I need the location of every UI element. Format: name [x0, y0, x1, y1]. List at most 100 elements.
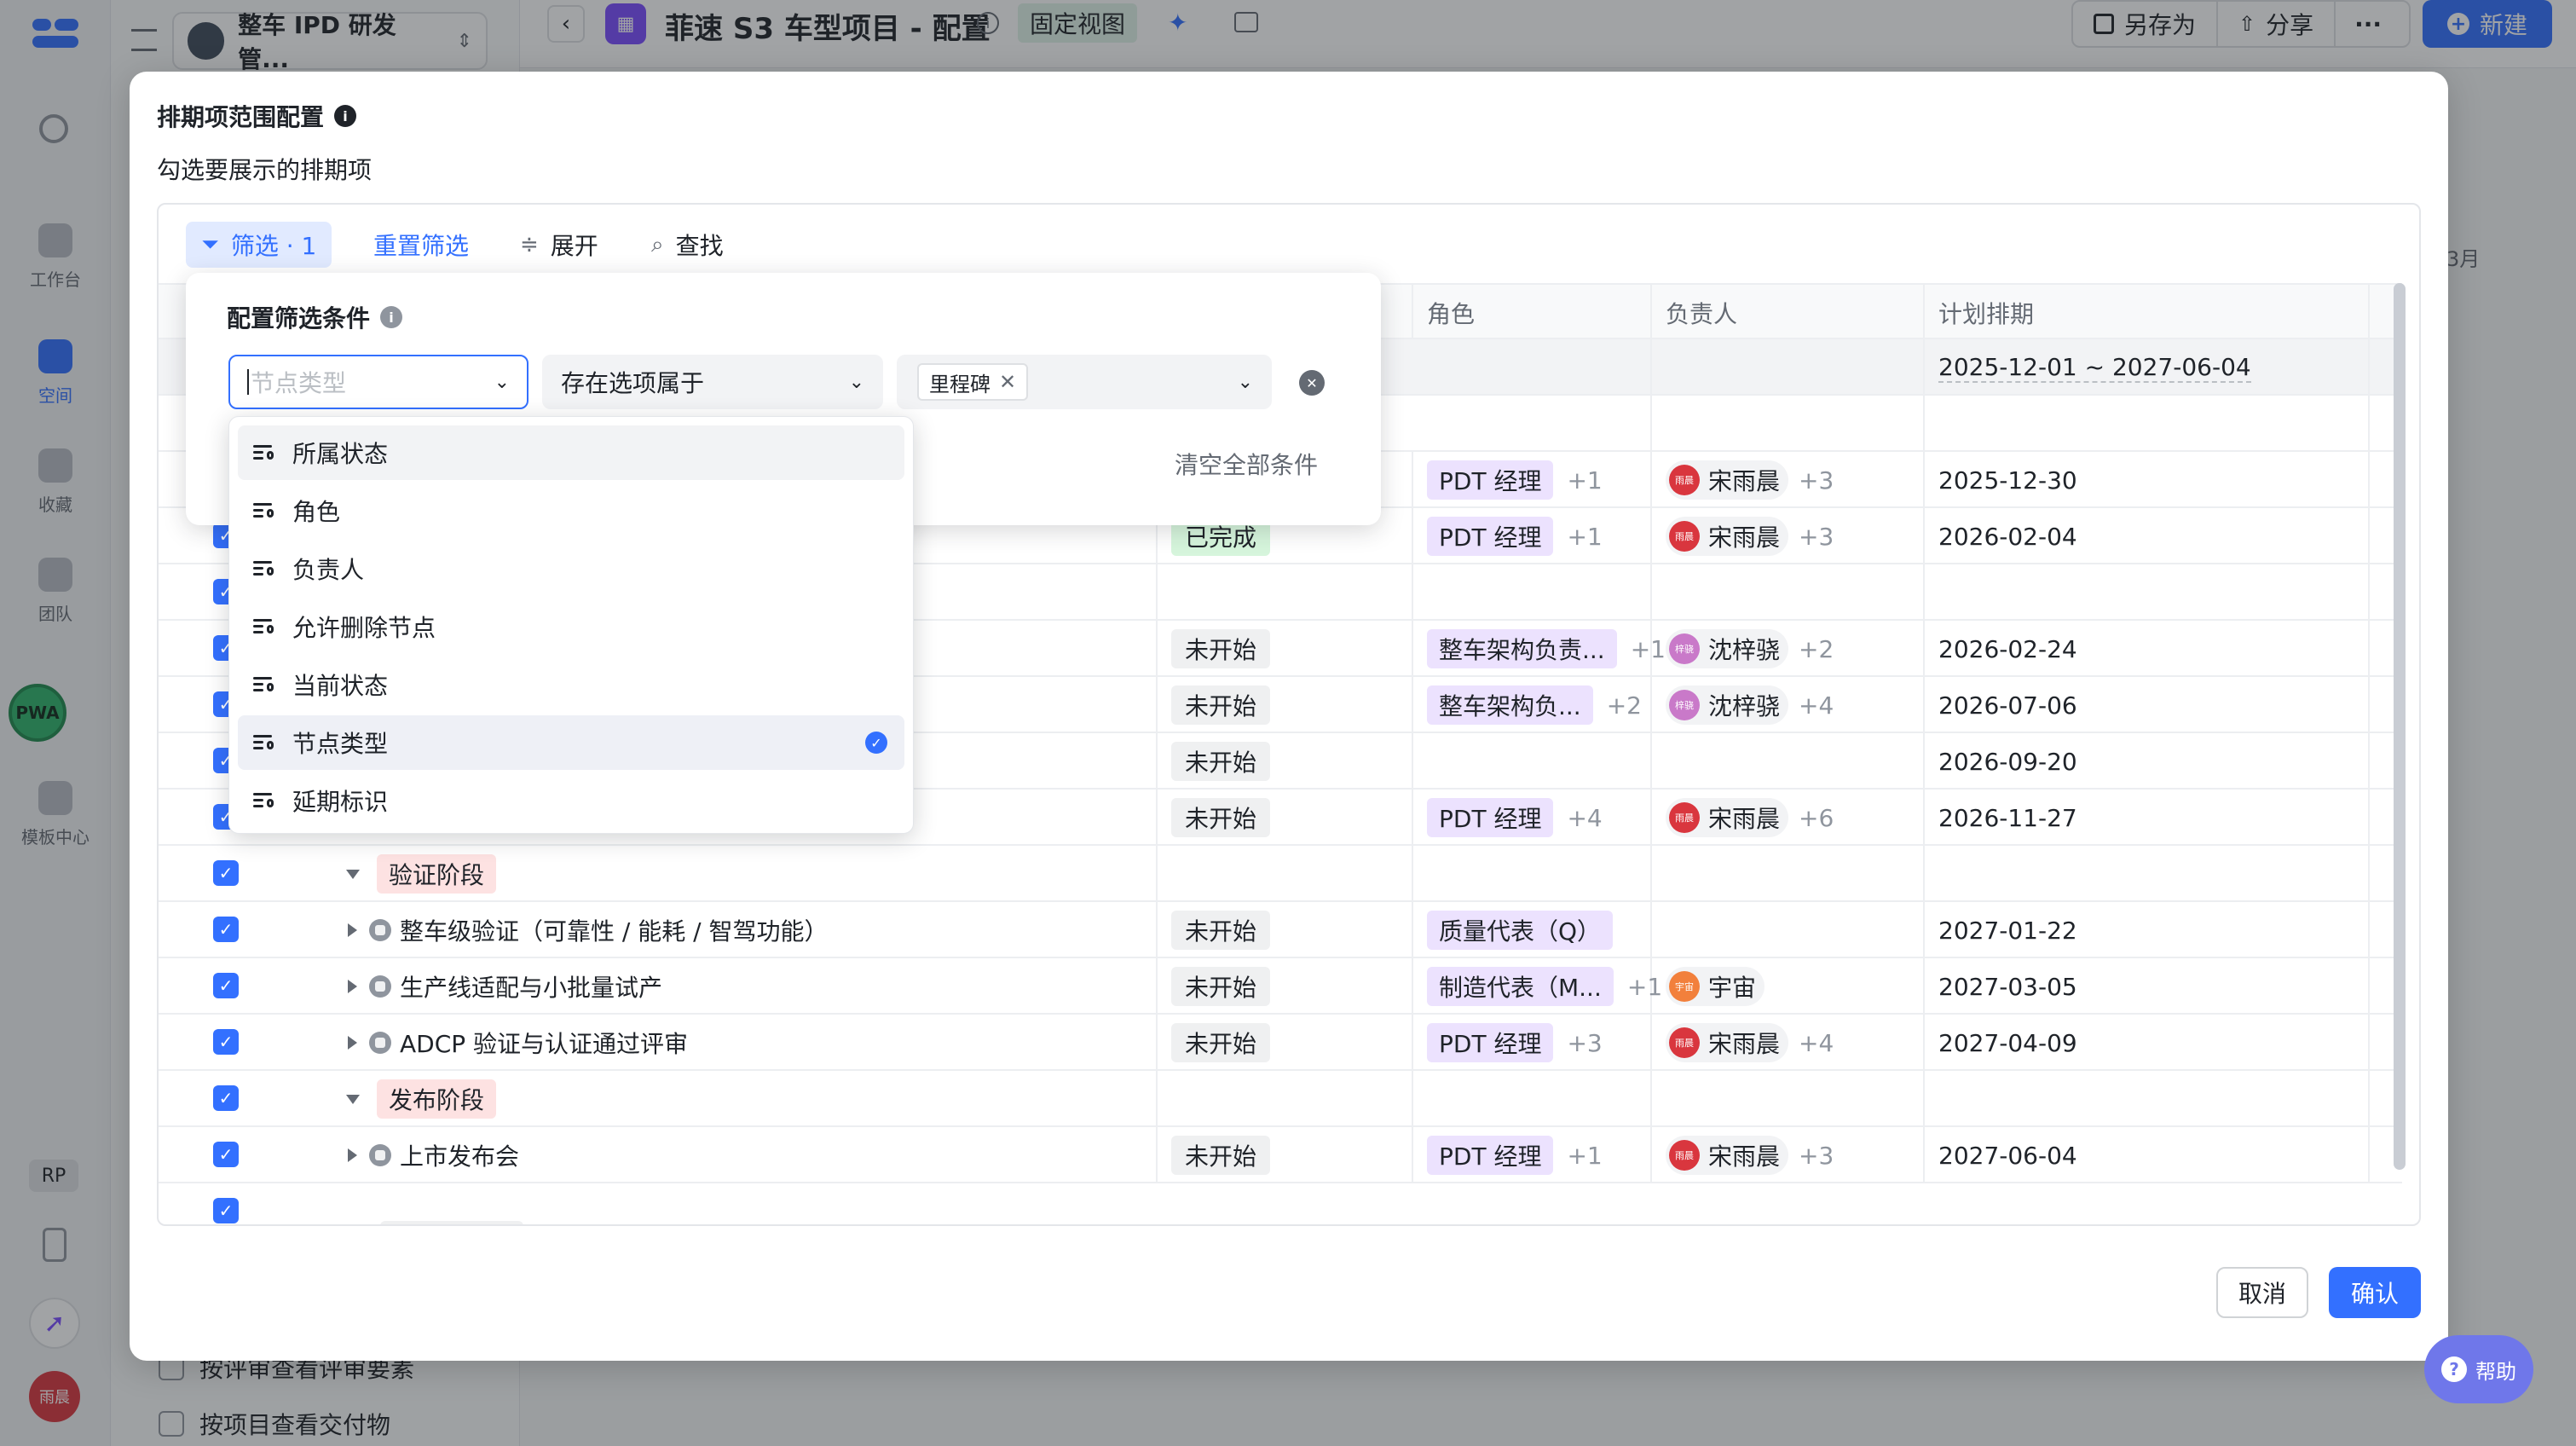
row-name: 下所属状态	[380, 1221, 524, 1224]
table-row[interactable]: ✓ 发布阶段	[159, 1071, 2402, 1127]
collapse-icon[interactable]	[346, 1094, 360, 1104]
owner-chip[interactable]: 梓骁 沈梓骁	[1666, 685, 1789, 725]
owner-more-count: +3	[1799, 466, 1834, 495]
owner-cell: 雨晨 宋雨晨 +3	[1652, 1127, 1925, 1183]
role-cell: 制造代表（M... +1	[1413, 958, 1662, 1015]
spacer-cell	[1925, 396, 2370, 452]
row-checkbox[interactable]: ✓	[213, 860, 239, 886]
find-button[interactable]: ⌕ 查找	[651, 222, 724, 268]
confirm-button[interactable]: 确认	[2329, 1267, 2421, 1318]
row-checkbox[interactable]: ✓	[213, 1142, 239, 1167]
schedule-cell	[1925, 564, 2370, 621]
row-checkbox[interactable]: ✓	[213, 917, 239, 942]
clear-all-conditions[interactable]: 清空全部条件	[1175, 447, 1318, 481]
row-name-cell: 整车级验证（可靠性 / 能耗 / 智驾功能）	[295, 902, 1158, 958]
schedule-date: 2027-01-22	[1938, 916, 2077, 945]
field-option[interactable]: 角色	[238, 483, 904, 538]
expand-row-icon[interactable]	[348, 1148, 357, 1162]
value-select[interactable]: 里程碑 ✕ ⌄	[897, 355, 1272, 409]
help-button[interactable]: ? 帮助	[2424, 1335, 2533, 1403]
role-cell: PDT 经理 +1	[1413, 508, 1652, 564]
table-row[interactable]: ✓ 验证阶段	[159, 846, 2402, 902]
status-badge: 未开始	[1171, 629, 1271, 668]
table-row[interactable]: ✓ ADCP 验证与认证通过评审 未开始 PDT 经理 +3 雨晨 宋雨晨 +4 2027-04…	[159, 1015, 2402, 1071]
filter-button[interactable]: ⏷ 筛选 · 1	[186, 222, 332, 268]
role-cell: 整车架构负责... +1	[1413, 621, 1666, 677]
row-checkbox[interactable]: ✓	[213, 1085, 239, 1111]
schedule-date: 2026-07-06	[1938, 691, 2077, 720]
field-option[interactable]: 延期标识	[238, 773, 904, 828]
field-select[interactable]: 节点类型 ⌄	[228, 355, 528, 409]
role-tag: PDT 经理	[1427, 1136, 1554, 1175]
owner-cell: 雨晨 宋雨晨 +3	[1652, 508, 1925, 564]
role-tag: 质量代表（Q）	[1427, 911, 1614, 950]
row-checkbox[interactable]: ✓	[213, 1198, 239, 1223]
owner-chip[interactable]: 雨晨 宋雨晨	[1666, 460, 1789, 500]
find-icon: ⌕	[651, 231, 664, 257]
owner-cell: 梓骁 沈梓骁 +4	[1652, 677, 1925, 733]
operator-select[interactable]: 存在选项属于 ⌄	[542, 355, 883, 409]
expand-icon: ≑	[520, 232, 539, 257]
field-option[interactable]: 负责人	[238, 541, 904, 596]
schedule-date: 2027-06-04	[1938, 1141, 2077, 1170]
expand-button[interactable]: ≑ 展开	[520, 222, 598, 268]
table-row[interactable]: ✓ 上市发布会 未开始 PDT 经理 +1 雨晨 宋雨晨 +3 2027-06-04	[159, 1127, 2402, 1183]
owner-chip[interactable]: 雨晨 宋雨晨	[1666, 1023, 1789, 1062]
field-option-label: 当前状态	[292, 672, 389, 700]
field-option[interactable]: 当前状态	[238, 657, 904, 712]
phase-tag: 验证阶段	[377, 854, 497, 894]
owner-more-count: +3	[1799, 522, 1834, 551]
role-more-count: +2	[1606, 691, 1642, 720]
field-type-icon	[253, 501, 275, 520]
schedule-date: 2027-04-09	[1938, 1028, 2077, 1057]
expand-row-icon[interactable]	[348, 923, 357, 937]
status-badge: 未开始	[1171, 1136, 1271, 1175]
role-tag: PDT 经理	[1427, 1023, 1554, 1062]
owner-chip[interactable]: 宇宙 宇宙	[1666, 967, 1765, 1006]
chip-close-icon[interactable]: ✕	[999, 370, 1016, 394]
collapse-icon[interactable]	[346, 869, 360, 879]
role-cell	[1413, 733, 1652, 790]
avatar: 雨晨	[1669, 802, 1700, 833]
table-row[interactable]: ✓ 下所属状态	[159, 1183, 2402, 1224]
vertical-scrollbar[interactable]	[2394, 283, 2406, 1170]
schedule-cell	[1925, 846, 2370, 902]
header-role: 角色	[1413, 285, 1652, 341]
owner-chip[interactable]: 雨晨 宋雨晨	[1666, 517, 1789, 556]
avatar: 雨晨	[1669, 1140, 1700, 1171]
chevron-down-icon: ⌄	[848, 371, 864, 393]
info-icon[interactable]: i	[380, 306, 403, 328]
owner-cell	[1652, 733, 1925, 790]
status-cell	[1158, 846, 1413, 902]
milestone-icon	[369, 919, 391, 941]
row-checkbox[interactable]: ✓	[213, 973, 239, 998]
status-cell: 未开始	[1158, 902, 1413, 958]
milestone-icon	[369, 1144, 391, 1166]
check-icon: ✓	[218, 1088, 234, 1108]
field-option[interactable]: 节点类型 ✓	[238, 715, 904, 770]
remove-condition-icon[interactable]: ✕	[1299, 370, 1325, 396]
schedule-cell: 2025-12-30	[1925, 452, 2370, 508]
row-checkbox[interactable]: ✓	[213, 1029, 239, 1055]
status-cell	[1158, 564, 1413, 621]
schedule-date: 2026-02-04	[1938, 522, 2077, 551]
reset-filter-button[interactable]: 重置筛选	[373, 222, 469, 268]
expand-row-icon[interactable]	[348, 1036, 357, 1050]
owner-chip[interactable]: 梓骁 沈梓骁	[1666, 629, 1789, 668]
table-row[interactable]: ✓ 生产线适配与小批量试产 未开始 制造代表（M... +1 宇宙 宇宙 2027-03-05	[159, 958, 2402, 1015]
cancel-button[interactable]: 取消	[2216, 1267, 2308, 1318]
role-tag: PDT 经理	[1427, 517, 1554, 556]
chevron-down-icon: ⌄	[494, 371, 510, 393]
schedule-cell: 2026-09-20	[1925, 733, 2370, 790]
field-option[interactable]: 允许删除节点	[238, 599, 904, 654]
owner-chip[interactable]: 雨晨 宋雨晨	[1666, 1136, 1789, 1175]
info-icon[interactable]: i	[334, 105, 357, 127]
table-row[interactable]: ✓ 整车级验证（可靠性 / 能耗 / 智驾功能） 未开始 质量代表（Q） 2027-01…	[159, 902, 2402, 958]
expand-row-icon[interactable]	[348, 980, 357, 993]
owner-chip[interactable]: 雨晨 宋雨晨	[1666, 798, 1789, 837]
field-option-label: 负责人	[292, 556, 365, 584]
avatar: 雨晨	[1669, 521, 1700, 552]
status-cell: 未开始	[1158, 733, 1413, 790]
field-option[interactable]: 所属状态	[238, 425, 904, 480]
row-name-cell: 上市发布会	[295, 1127, 1158, 1183]
